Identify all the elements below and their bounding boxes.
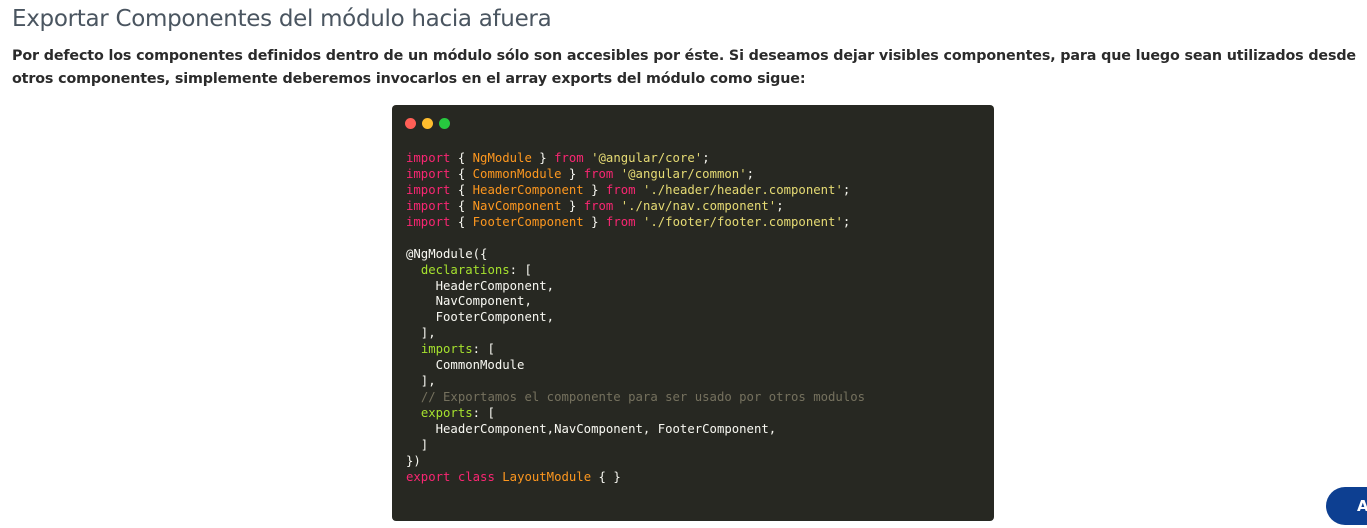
code-token-ident: NavComponent (472, 198, 562, 213)
code-token-plain: ; (746, 166, 754, 181)
code-token-string: '@angular/common' (620, 166, 747, 181)
close-dot-icon (405, 118, 416, 129)
code-token-plain: @NgModule({ (406, 246, 488, 261)
code-line: HeaderComponent,NavComponent, FooterComp… (406, 422, 865, 438)
code-token-keyword: from (605, 182, 636, 197)
code-block: import { NgModule } from '@angular/core'… (406, 151, 865, 486)
code-token-plain: ], (406, 374, 436, 389)
code-token-prop: exports (420, 406, 473, 420)
code-token-plain: FooterComponent, (406, 310, 555, 325)
code-token-ident: HeaderComponent (472, 182, 584, 197)
code-token-plain: ; (842, 182, 851, 197)
code-token-keyword: import (406, 214, 451, 229)
section-title: Exportar Componentes del módulo hacia af… (12, 6, 552, 32)
code-token-keyword: import (406, 166, 451, 181)
code-token-plain: } (561, 198, 584, 213)
code-token-plain: : [ (472, 406, 495, 420)
code-token-plain: { (450, 182, 473, 197)
minimize-dot-icon (422, 118, 433, 129)
code-token-keyword: from (554, 151, 584, 165)
code-token-plain: { (450, 198, 473, 213)
code-line: export class LayoutModule { } (406, 470, 865, 486)
code-line: FooterComponent, (406, 310, 865, 326)
floating-action-button[interactable]: A (1326, 487, 1367, 525)
code-line: ], (406, 326, 865, 342)
code-token-plain: } (583, 214, 606, 229)
code-line: import { CommonModule } from '@angular/c… (406, 167, 865, 183)
code-token-string: './header/header.component' (642, 182, 843, 197)
code-token-string: '@angular/core' (591, 151, 703, 165)
code-token-plain: HeaderComponent, (406, 278, 555, 293)
code-line: ], (406, 374, 865, 390)
code-token-string: './nav/nav.component' (620, 198, 777, 213)
code-line: exports: [ (406, 406, 865, 422)
code-line: ] (406, 438, 865, 454)
maximize-dot-icon (439, 118, 450, 129)
code-line: declarations: [ (406, 263, 865, 279)
code-token-prop: declarations (420, 262, 510, 277)
code-token-plain: { (450, 166, 473, 181)
code-token-string: './footer/footer.component' (642, 214, 843, 229)
code-token-plain: } (531, 151, 555, 165)
code-token-plain: ; (776, 198, 784, 213)
code-token-plain: NavComponent, (406, 294, 532, 309)
code-token-plain: }) (406, 453, 421, 468)
code-line: import { FooterComponent } from './foote… (406, 215, 865, 231)
code-token-plain: : [ (509, 262, 532, 277)
code-line: import { NgModule } from '@angular/core'… (406, 151, 865, 167)
code-token-plain: { (450, 214, 473, 229)
code-token-ident: LayoutModule (502, 469, 592, 484)
code-token-plain: CommonModule (406, 358, 525, 373)
code-line: import { HeaderComponent } from './heade… (406, 183, 865, 199)
code-line: CommonModule (406, 358, 865, 374)
code-token-keyword: from (583, 166, 614, 181)
code-token-plain: ] (406, 437, 429, 452)
code-token-ident: NgModule (472, 151, 532, 165)
code-line: imports: [ (406, 342, 865, 358)
code-line: // Exportamos el componente para ser usa… (406, 390, 865, 406)
code-token-plain: { } (591, 469, 621, 484)
code-line: }) (406, 454, 865, 470)
code-token-plain: } (561, 166, 584, 181)
code-token-keyword: import (406, 182, 451, 197)
code-line: @NgModule({ (406, 247, 865, 263)
code-token-keyword: from (605, 214, 636, 229)
code-token-comment: // Exportamos el componente para ser usa… (420, 390, 866, 405)
code-token-plain: ], (406, 326, 436, 341)
code-line: HeaderComponent, (406, 279, 865, 295)
code-token-prop: imports (420, 342, 473, 357)
code-line: import { NavComponent } from './nav/nav.… (406, 199, 865, 215)
code-line: NavComponent, (406, 294, 865, 310)
code-token-plain: { (450, 151, 473, 165)
window-controls (405, 118, 450, 129)
code-token-plain: ; (702, 151, 710, 165)
code-token-ident: CommonModule (472, 166, 562, 181)
code-token-keyword: import (406, 198, 451, 213)
code-window: import { NgModule } from '@angular/core'… (392, 105, 994, 521)
code-token-keyword: import (406, 151, 451, 165)
code-token-keyword: export (406, 469, 451, 484)
code-token-keyword: class (457, 469, 495, 484)
code-token-plain: } (583, 182, 606, 197)
code-token-keyword: from (583, 198, 614, 213)
code-token-plain: : [ (472, 342, 495, 357)
intro-paragraph: Por defecto los componentes definidos de… (12, 48, 1356, 87)
code-token-plain: ; (842, 214, 851, 229)
code-token-ident: FooterComponent (472, 214, 584, 229)
code-token-plain: HeaderComponent,NavComponent, FooterComp… (406, 421, 777, 436)
